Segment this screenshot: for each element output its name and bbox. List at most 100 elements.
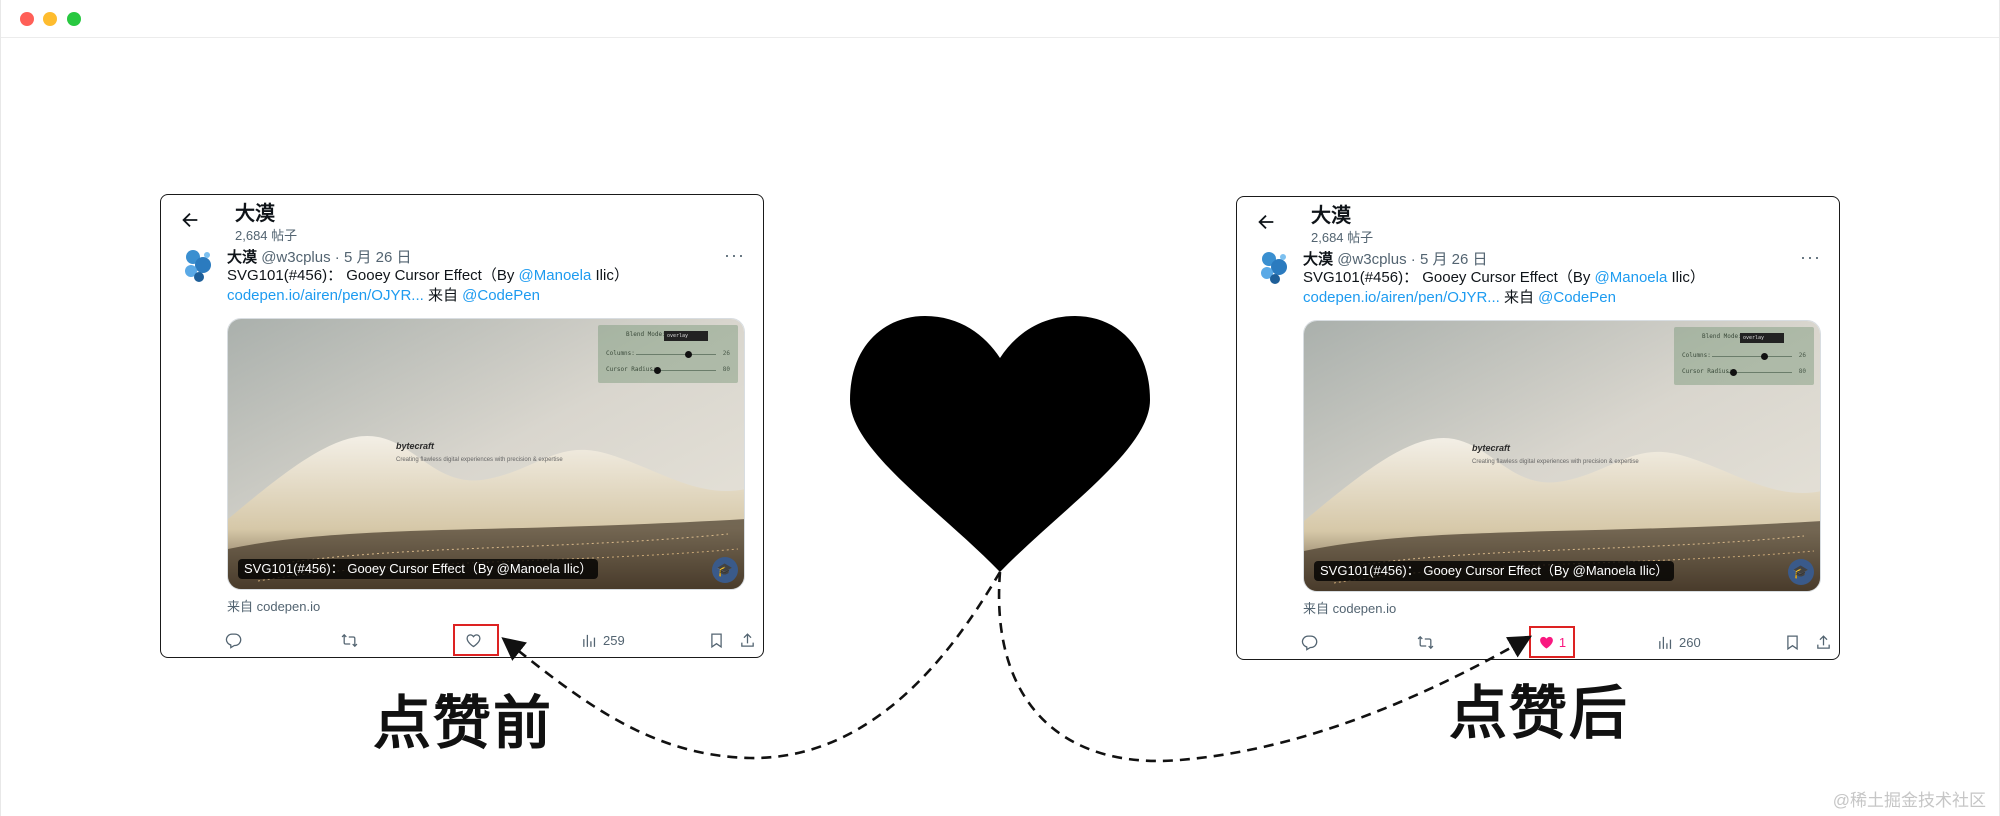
big-heart-icon bbox=[850, 316, 1150, 572]
views-button[interactable]: 260 bbox=[1657, 631, 1701, 653]
tweet-date: · 5 月 26 日 bbox=[330, 249, 412, 266]
heart-filled-icon bbox=[1540, 636, 1553, 649]
source-label[interactable]: 来自 codepen.io bbox=[227, 596, 320, 615]
share-button[interactable] bbox=[739, 629, 756, 651]
columns-label: Columns: bbox=[1682, 352, 1711, 359]
columns-slider-track[interactable] bbox=[636, 354, 716, 355]
columns-value: 26 bbox=[722, 350, 730, 357]
views-count: 259 bbox=[603, 632, 625, 648]
author-handle[interactable]: @w3cplus bbox=[1337, 251, 1406, 268]
tweet-text: SVG101(#456)： Gooey Cursor Effect（By @Ma… bbox=[1303, 268, 1705, 308]
tweet-text: SVG101(#456)： Gooey Cursor Effect（By @Ma… bbox=[227, 266, 629, 306]
tweet-date: · 5 月 26 日 bbox=[1406, 251, 1488, 268]
window-border-left bbox=[0, 0, 1, 816]
share-button[interactable] bbox=[1815, 631, 1832, 653]
back-arrow-icon[interactable] bbox=[1255, 211, 1277, 233]
tweet-actions: 259 bbox=[225, 624, 754, 656]
share-icon bbox=[741, 632, 754, 647]
brand-text: bytecraft bbox=[396, 441, 435, 451]
post-count: 2,684 帖子 bbox=[235, 228, 298, 243]
source-label[interactable]: 来自 codepen.io bbox=[1303, 598, 1396, 617]
cursor-radius-label: Cursor Radius: bbox=[606, 366, 657, 373]
graduation-cap-icon: 🎓 bbox=[1788, 559, 1814, 585]
media-caption: SVG101(#456)： Gooey Cursor Effect（By @Ma… bbox=[238, 559, 599, 579]
window-titlebar bbox=[0, 0, 2000, 38]
retweet-icon bbox=[341, 633, 358, 647]
bookmark-button[interactable] bbox=[708, 629, 725, 651]
retweet-button[interactable] bbox=[1417, 631, 1434, 653]
brand-tagline: Creating flawless digital experiences wi… bbox=[396, 457, 563, 463]
cursor-radius-label: Cursor Radius: bbox=[1682, 368, 1733, 375]
retweet-icon bbox=[1417, 635, 1434, 649]
codepen-mention-link[interactable]: @CodePen bbox=[462, 287, 540, 304]
cursor-radius-slider-track[interactable] bbox=[652, 370, 716, 371]
avatar[interactable] bbox=[1257, 247, 1291, 287]
bookmark-icon bbox=[711, 632, 722, 648]
graduation-cap-icon: 🎓 bbox=[712, 557, 738, 583]
views-bar-chart-icon bbox=[1659, 636, 1672, 649]
more-options-icon[interactable]: ··· bbox=[724, 245, 745, 266]
profile-title: 大漠 bbox=[1311, 205, 1351, 227]
window-minimize-button[interactable] bbox=[43, 12, 57, 26]
like-count: 1 bbox=[1558, 634, 1567, 650]
columns-slider-knob[interactable] bbox=[1760, 353, 1768, 360]
codepen-url-link[interactable]: codepen.io/airen/pen/OJYR... bbox=[1303, 289, 1500, 306]
mention-link[interactable]: @Manoela bbox=[1595, 269, 1668, 286]
author-name[interactable]: 大漠 bbox=[227, 249, 257, 266]
back-arrow-icon[interactable] bbox=[179, 209, 201, 231]
window-close-button[interactable] bbox=[20, 12, 34, 26]
tweet-meta: 大漠 @w3cplus · 5 月 26 日 bbox=[1303, 248, 1487, 269]
label-after-like: 点赞后 bbox=[1449, 681, 1630, 746]
brand-text: bytecraft bbox=[1472, 443, 1511, 453]
retweet-button[interactable] bbox=[341, 629, 358, 651]
tweet-text-suffix: Ilic） bbox=[591, 267, 629, 284]
views-count: 260 bbox=[1679, 634, 1701, 650]
mention-link[interactable]: @Manoela bbox=[519, 267, 592, 284]
more-options-icon[interactable]: ··· bbox=[1800, 247, 1821, 268]
tweet-text-prefix: SVG101(#456)： Gooey Cursor Effect（By bbox=[1303, 269, 1595, 286]
like-button[interactable]: 1 bbox=[1529, 626, 1575, 658]
codepen-url-link[interactable]: codepen.io/airen/pen/OJYR... bbox=[227, 287, 424, 304]
tweet-text-suffix: Ilic） bbox=[1667, 269, 1705, 286]
reply-button[interactable] bbox=[225, 629, 242, 651]
reply-icon bbox=[1301, 634, 1318, 651]
profile-title: 大漠 bbox=[235, 203, 275, 225]
avatar[interactable] bbox=[181, 245, 215, 285]
codepen-mention-link[interactable]: @CodePen bbox=[1538, 289, 1616, 306]
controls-panel[interactable]: Blend Mode: overlay Columns: 26 Cursor R… bbox=[598, 325, 738, 383]
cursor-radius-slider-knob[interactable] bbox=[653, 367, 661, 374]
tweet-card-before: 大漠 2,684 帖子 大漠 @w3cplus · 5 月 26 日 ··· S… bbox=[160, 194, 764, 658]
cursor-radius-value: 80 bbox=[1798, 368, 1806, 375]
tweet-text-prefix: SVG101(#456)： Gooey Cursor Effect（By bbox=[227, 267, 519, 284]
blend-mode-select[interactable]: overlay bbox=[664, 331, 708, 341]
tweet-card-after: 大漠 2,684 帖子 大漠 @w3cplus · 5 月 26 日 ··· S… bbox=[1236, 196, 1840, 660]
cursor-radius-slider-track[interactable] bbox=[1728, 372, 1792, 373]
window-maximize-button[interactable] bbox=[67, 12, 81, 26]
views-button[interactable]: 259 bbox=[581, 629, 625, 651]
heart-outline-icon bbox=[466, 633, 481, 647]
author-handle[interactable]: @w3cplus bbox=[261, 249, 330, 266]
blend-mode-label: Blend Mode: bbox=[626, 331, 666, 338]
bookmark-icon bbox=[1787, 634, 1798, 650]
columns-value: 26 bbox=[1798, 352, 1806, 359]
author-name[interactable]: 大漠 bbox=[1303, 251, 1333, 268]
reply-button[interactable] bbox=[1301, 631, 1318, 653]
bookmark-button[interactable] bbox=[1784, 631, 1801, 653]
media-caption: SVG101(#456)： Gooey Cursor Effect（By @Ma… bbox=[1314, 561, 1675, 581]
brand-tagline: Creating flawless digital experiences wi… bbox=[1472, 459, 1639, 465]
tweet-media-card[interactable]: Blend Mode: overlay Columns: 26 Cursor R… bbox=[1303, 320, 1821, 592]
columns-slider-knob[interactable] bbox=[684, 351, 692, 358]
controls-panel[interactable]: Blend Mode: overlay Columns: 26 Cursor R… bbox=[1674, 327, 1814, 385]
like-button[interactable] bbox=[453, 624, 499, 656]
watermark: @稀土掘金技术社区 bbox=[1832, 791, 1986, 810]
post-count: 2,684 帖子 bbox=[1311, 230, 1374, 245]
reply-icon bbox=[225, 632, 242, 649]
from-label: 来自 bbox=[1499, 289, 1539, 306]
tweet-meta: 大漠 @w3cplus · 5 月 26 日 bbox=[227, 246, 411, 267]
cursor-radius-value: 80 bbox=[722, 366, 730, 373]
cursor-radius-slider-knob[interactable] bbox=[1729, 369, 1737, 376]
tweet-media-card[interactable]: Blend Mode: overlay Columns: 26 Cursor R… bbox=[227, 318, 745, 590]
columns-slider-track[interactable] bbox=[1712, 356, 1792, 357]
label-before-like: 点赞前 bbox=[373, 691, 554, 756]
blend-mode-select[interactable]: overlay bbox=[1740, 333, 1784, 343]
